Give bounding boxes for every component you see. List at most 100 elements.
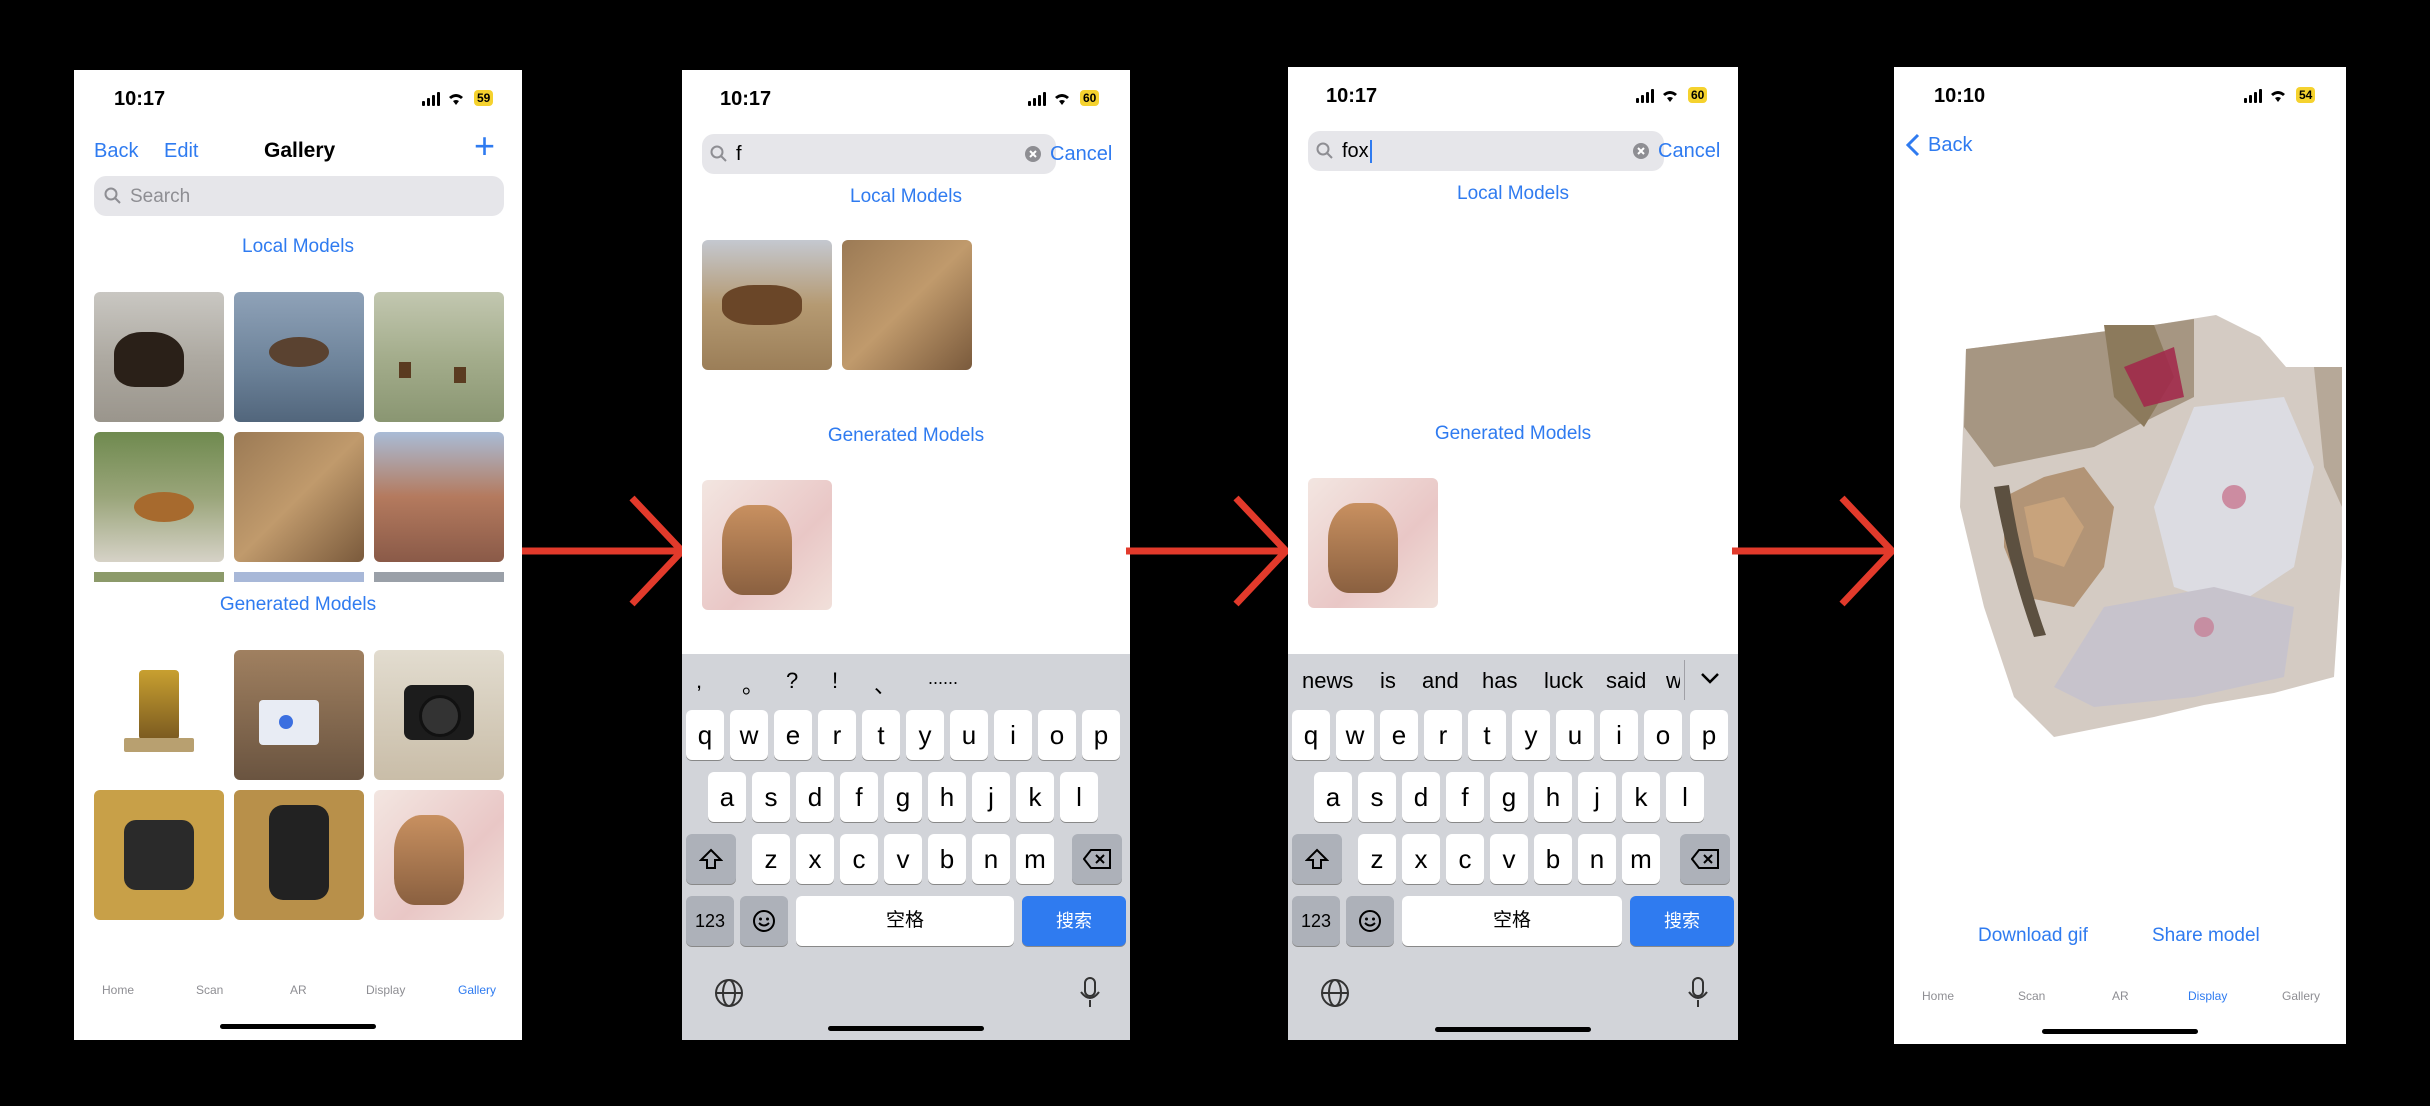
microphone-icon[interactable]	[1686, 976, 1710, 1010]
suggestion-item[interactable]: and	[1422, 668, 1459, 694]
tab-home[interactable]: Home	[102, 983, 134, 997]
delete-key[interactable]	[1680, 834, 1730, 884]
model-thumb-elk-fight[interactable]	[234, 432, 364, 562]
key-g[interactable]: g	[1490, 772, 1528, 822]
key-o[interactable]: o	[1038, 710, 1076, 760]
key-t[interactable]: t	[862, 710, 900, 760]
tab-ar[interactable]: AR	[290, 983, 307, 997]
space-key[interactable]: 空格	[796, 896, 1014, 946]
model-thumb-marmot[interactable]	[94, 432, 224, 562]
search-input[interactable]: fox	[1342, 140, 1372, 163]
model-thumb-fox[interactable]	[1308, 478, 1438, 608]
key-i[interactable]: i	[994, 710, 1032, 760]
key-f[interactable]: f	[840, 772, 878, 822]
globe-icon[interactable]	[1320, 978, 1350, 1008]
share-model-button[interactable]: Share model	[2152, 925, 2260, 947]
back-button[interactable]: Back	[1906, 133, 1972, 157]
key-v[interactable]: v	[1490, 834, 1528, 884]
shift-key[interactable]	[1292, 834, 1342, 884]
suggestion-item[interactable]: luck	[1544, 668, 1583, 694]
key-x[interactable]: x	[796, 834, 834, 884]
key-u[interactable]: u	[950, 710, 988, 760]
tab-home[interactable]: Home	[1922, 989, 1954, 1003]
suggestion-item[interactable]: 、	[874, 668, 896, 700]
model-thumb-figurine[interactable]	[94, 650, 224, 780]
key-n[interactable]: n	[972, 834, 1010, 884]
key-w[interactable]: w	[730, 710, 768, 760]
key-j[interactable]: j	[972, 772, 1010, 822]
edit-button[interactable]: Edit	[164, 140, 198, 163]
globe-icon[interactable]	[714, 978, 744, 1008]
key-z[interactable]: z	[1358, 834, 1396, 884]
model-thumb-canyon[interactable]	[374, 432, 504, 562]
key-t[interactable]: t	[1468, 710, 1506, 760]
numbers-key[interactable]: 123	[686, 896, 734, 946]
suggestion-item[interactable]: news	[1302, 668, 1353, 694]
key-o[interactable]: o	[1644, 710, 1682, 760]
tab-scan[interactable]: Scan	[196, 983, 223, 997]
download-gif-button[interactable]: Download gif	[1978, 925, 2088, 947]
suggestion-item[interactable]: said	[1606, 668, 1646, 694]
model-thumb-beaver[interactable]	[234, 292, 364, 422]
model-thumb-camera[interactable]	[374, 650, 504, 780]
key-p[interactable]: p	[1082, 710, 1120, 760]
model-thumb-chair-a[interactable]	[94, 790, 224, 920]
search-key[interactable]: 搜索	[1022, 896, 1126, 946]
key-v[interactable]: v	[884, 834, 922, 884]
key-m[interactable]: m	[1622, 834, 1660, 884]
model-thumb-bison[interactable]	[94, 292, 224, 422]
key-s[interactable]: s	[1358, 772, 1396, 822]
key-d[interactable]: d	[1402, 772, 1440, 822]
emoji-key[interactable]	[740, 896, 788, 946]
suggestion-item[interactable]: ?	[786, 668, 798, 694]
tab-display[interactable]: Display	[366, 983, 405, 997]
fox-3d-model[interactable]	[1954, 307, 2346, 777]
key-m[interactable]: m	[1016, 834, 1054, 884]
chevron-down-icon[interactable]	[1700, 672, 1720, 684]
search-input[interactable]: Search	[130, 186, 190, 208]
search-bar[interactable]: Search	[94, 176, 504, 216]
key-a[interactable]: a	[708, 772, 746, 822]
key-z[interactable]: z	[752, 834, 790, 884]
model-thumb-fox[interactable]	[702, 480, 832, 610]
space-key[interactable]: 空格	[1402, 896, 1622, 946]
model-thumb-laptop[interactable]	[234, 650, 364, 780]
key-e[interactable]: e	[774, 710, 812, 760]
suggestion-item[interactable]: w	[1666, 668, 1680, 694]
key-d[interactable]: d	[796, 772, 834, 822]
key-q[interactable]: q	[1292, 710, 1330, 760]
key-l[interactable]: l	[1666, 772, 1704, 822]
model-thumb-chair-b[interactable]	[234, 790, 364, 920]
key-h[interactable]: h	[1534, 772, 1572, 822]
key-c[interactable]: c	[1446, 834, 1484, 884]
suggestion-item[interactable]: has	[1482, 668, 1517, 694]
key-c[interactable]: c	[840, 834, 878, 884]
search-input[interactable]: f	[736, 143, 742, 166]
key-u[interactable]: u	[1556, 710, 1594, 760]
key-j[interactable]: j	[1578, 772, 1616, 822]
key-y[interactable]: y	[906, 710, 944, 760]
shift-key[interactable]	[686, 834, 736, 884]
model-thumb-grassland[interactable]	[374, 292, 504, 422]
key-n[interactable]: n	[1578, 834, 1616, 884]
search-bar[interactable]: fox	[1308, 131, 1664, 171]
search-key[interactable]: 搜索	[1630, 896, 1734, 946]
key-i[interactable]: i	[1600, 710, 1638, 760]
key-x[interactable]: x	[1402, 834, 1440, 884]
key-e[interactable]: e	[1380, 710, 1418, 760]
microphone-icon[interactable]	[1078, 976, 1102, 1010]
model-thumb-fox[interactable]	[374, 790, 504, 920]
key-a[interactable]: a	[1314, 772, 1352, 822]
key-r[interactable]: r	[1424, 710, 1462, 760]
key-g[interactable]: g	[884, 772, 922, 822]
numbers-key[interactable]: 123	[1292, 896, 1340, 946]
model-thumb-elk-fight[interactable]	[842, 240, 972, 370]
key-k[interactable]: k	[1622, 772, 1660, 822]
back-button[interactable]: Back	[94, 140, 138, 163]
suggestion-item[interactable]: is	[1380, 668, 1396, 694]
key-q[interactable]: q	[686, 710, 724, 760]
cancel-button[interactable]: Cancel	[1050, 143, 1112, 166]
key-y[interactable]: y	[1512, 710, 1550, 760]
key-b[interactable]: b	[928, 834, 966, 884]
tab-display[interactable]: Display	[2188, 989, 2227, 1003]
